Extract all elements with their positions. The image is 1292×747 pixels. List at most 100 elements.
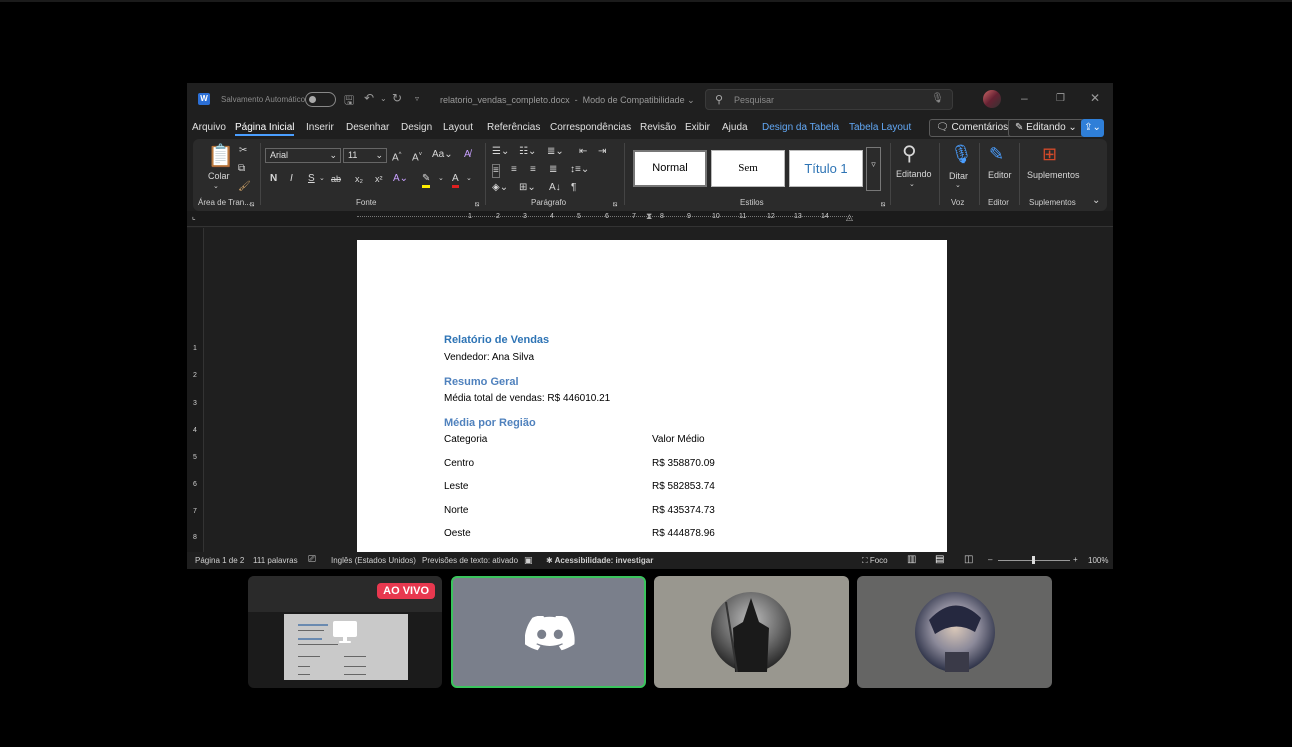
clear-formatting-icon[interactable]: A̸: [464, 149, 471, 161]
user-avatar[interactable]: [983, 90, 1001, 108]
page-count[interactable]: Página 1 de 2: [195, 556, 244, 565]
font-color-icon[interactable]: A: [452, 173, 459, 188]
shrink-font-button[interactable]: A˅: [412, 149, 422, 164]
zoom-out-icon[interactable]: –: [988, 555, 992, 564]
participant-tile-anime[interactable]: [857, 576, 1052, 688]
right-indent-marker-icon[interactable]: ◬: [846, 212, 853, 223]
tab-inserir[interactable]: Inserir: [306, 122, 334, 133]
web-layout-icon[interactable]: ◫: [964, 554, 973, 565]
dictate-dropdown-icon[interactable]: ⌄: [955, 180, 961, 192]
show-marks-icon[interactable]: ¶: [571, 182, 576, 194]
sort-icon[interactable]: A↓: [549, 182, 561, 194]
paragraph-launcher-icon[interactable]: ⧅: [613, 199, 617, 211]
accessibility-status[interactable]: ✱ Acessibilidade: investigar: [546, 556, 653, 565]
style-title1[interactable]: Título 1: [789, 150, 863, 187]
paste-dropdown-icon[interactable]: ⌄: [213, 181, 219, 193]
bullets-icon[interactable]: ☰⌄: [492, 146, 509, 158]
customize-qat-icon[interactable]: ▿: [415, 94, 419, 103]
text-predictions-status[interactable]: Previsões de texto: ativado: [422, 556, 518, 565]
styles-gallery-more-icon[interactable]: ▿: [866, 147, 881, 191]
style-normal[interactable]: Normal: [633, 150, 707, 187]
tab-ajuda[interactable]: Ajuda: [722, 122, 748, 133]
tab-arquivo[interactable]: Arquivo: [192, 122, 226, 133]
participant-tile-knight[interactable]: [654, 576, 849, 688]
tab-pagina-inicial[interactable]: Página Inicial: [235, 122, 295, 136]
tab-selector-icon[interactable]: ⌞: [192, 212, 196, 221]
microphone-dictate-icon[interactable]: 🎙: [950, 144, 973, 164]
print-layout-icon[interactable]: ▤: [935, 554, 944, 565]
save-icon[interactable]: 🖫: [344, 91, 354, 112]
highlight-dropdown-icon[interactable]: ⌄: [438, 173, 444, 185]
tab-design-da-tabela[interactable]: Design da Tabela: [762, 122, 839, 133]
subscript-button[interactable]: x₂: [355, 173, 363, 185]
document-page[interactable]: Relatório de Vendas Vendedor: Ana Silva …: [357, 240, 947, 552]
paste-icon[interactable]: 📋: [207, 145, 234, 167]
highlight-color-icon[interactable]: ✎: [422, 173, 431, 188]
zoom-slider-thumb[interactable]: [1032, 556, 1035, 564]
bold-button[interactable]: N: [270, 173, 277, 185]
decrease-indent-icon[interactable]: ⇤: [579, 146, 587, 158]
redo-icon[interactable]: ↻: [392, 91, 402, 105]
clipboard-launcher-icon[interactable]: ⧅: [250, 199, 254, 211]
find-icon[interactable]: ⚲: [902, 143, 917, 165]
grow-font-button[interactable]: A^: [392, 149, 402, 164]
tab-layout[interactable]: Layout: [443, 122, 473, 133]
editing-mode-button[interactable]: ✎ Editando ⌄: [1008, 119, 1084, 137]
editing-dropdown-icon[interactable]: ⌄: [909, 179, 915, 191]
strikethrough-button[interactable]: ab: [331, 173, 341, 185]
tab-referencias[interactable]: Referências: [487, 122, 540, 133]
underline-button[interactable]: S: [308, 173, 315, 185]
align-center-icon[interactable]: ≡: [511, 164, 517, 176]
increase-indent-icon[interactable]: ⇥: [598, 146, 606, 158]
line-spacing-icon[interactable]: ↕≡⌄: [570, 164, 589, 176]
font-color-dropdown-icon[interactable]: ⌄: [466, 173, 472, 185]
align-right-icon[interactable]: ≡: [530, 164, 536, 176]
word-count[interactable]: 111 palavras: [253, 556, 298, 565]
zoom-level[interactable]: 100%: [1088, 556, 1108, 565]
tab-design[interactable]: Design: [401, 122, 432, 133]
macro-icon[interactable]: ▣: [524, 555, 533, 566]
restore-icon[interactable]: ❐: [1056, 93, 1065, 104]
editor-label[interactable]: Editor: [988, 169, 1012, 181]
zoom-in-icon[interactable]: +: [1073, 555, 1078, 564]
tab-correspondencias[interactable]: Correspondências: [550, 122, 631, 133]
cut-icon[interactable]: ✂: [239, 145, 247, 157]
proofing-icon[interactable]: ⎚: [308, 554, 316, 565]
superscript-button[interactable]: x²: [375, 173, 383, 185]
justify-icon[interactable]: ≣: [549, 164, 557, 176]
styles-launcher-icon[interactable]: ⧅: [881, 199, 885, 211]
participant-tile-discord[interactable]: [451, 576, 646, 688]
text-effects-icon[interactable]: A⌄: [393, 173, 408, 185]
addins-label[interactable]: Suplementos: [1027, 169, 1080, 181]
numbering-icon[interactable]: ☷⌄: [519, 146, 536, 158]
font-name-select[interactable]: Arial ⌄: [265, 148, 341, 163]
shading-icon[interactable]: ◈⌄: [492, 182, 508, 194]
multilevel-list-icon[interactable]: ≣⌄: [547, 146, 564, 158]
indent-marker-icon[interactable]: ⧗: [646, 211, 652, 222]
collapse-ribbon-icon[interactable]: ⌄: [1092, 195, 1100, 207]
change-case-button[interactable]: Aa⌄: [432, 149, 453, 161]
read-mode-icon[interactable]: ▥: [907, 554, 916, 565]
autosave-toggle[interactable]: [305, 92, 336, 107]
tab-exibir[interactable]: Exibir: [685, 122, 710, 133]
close-icon[interactable]: ✕: [1090, 91, 1100, 105]
font-size-select[interactable]: 11 ⌄: [343, 148, 387, 163]
undo-icon[interactable]: ↶: [364, 91, 374, 105]
tab-revisao[interactable]: Revisão: [640, 122, 676, 133]
focus-button[interactable]: ⛶ Foco: [862, 556, 888, 566]
copy-icon[interactable]: ⧉: [238, 163, 245, 175]
horizontal-ruler[interactable]: ⌞ 1 2 3 4 5 6 7 8 9 10 11 12 13 14 ⧗ ◬: [187, 211, 1113, 227]
italic-button[interactable]: I: [290, 173, 293, 185]
align-left-icon[interactable]: ≡: [492, 164, 500, 178]
share-button[interactable]: ⇪⌄: [1081, 119, 1104, 137]
font-launcher-icon[interactable]: ⧅: [475, 199, 479, 211]
language-status[interactable]: Inglês (Estados Unidos): [331, 556, 416, 565]
screen-share-tile[interactable]: AO VIVO: [248, 576, 442, 688]
addins-icon[interactable]: ⊞: [1042, 143, 1057, 165]
format-painter-icon[interactable]: 🖌: [238, 181, 251, 193]
microphone-icon[interactable]: 🎙: [931, 93, 944, 104]
tab-tabela-layout[interactable]: Tabela Layout: [849, 122, 911, 133]
editor-icon[interactable]: ✎: [989, 143, 1004, 165]
style-no-spacing[interactable]: Sem Espaçamen: [711, 150, 785, 187]
document-name[interactable]: relatorio_vendas_completo.docx - Modo de…: [440, 95, 695, 106]
